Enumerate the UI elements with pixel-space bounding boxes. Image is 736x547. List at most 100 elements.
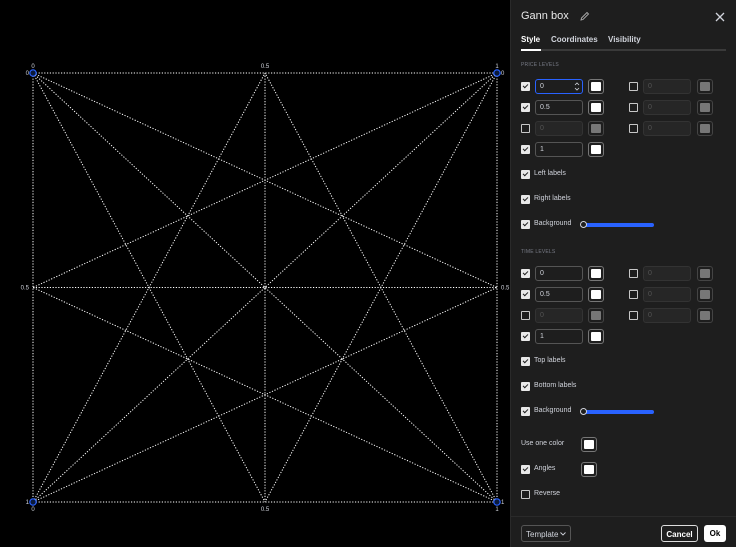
chevron-down-icon [560,532,566,536]
top-labels-checkbox[interactable] [521,357,530,366]
corner-handle[interactable] [493,498,501,506]
time-level-1-value: 0 [540,270,544,277]
dialog-tabs: Style Coordinates Visibility [521,35,726,51]
price-level-6-color[interactable] [697,100,713,115]
price-background-checkbox[interactable] [521,220,530,229]
price-level-4-value: 1 [540,146,544,153]
slider-knob[interactable] [580,408,587,415]
price-level-4-input[interactable]: 1 [535,142,583,157]
time-level-2-color[interactable] [588,287,604,302]
corner-handle[interactable] [29,69,37,77]
reverse-checkbox[interactable] [521,490,530,499]
time-level-4-checkbox[interactable] [521,332,530,341]
time-level-4-input[interactable]: 1 [535,329,583,344]
angles-label: Angles [534,465,556,472]
gann-box-settings-dialog: Gann box Style Coordinates Visibility PR… [510,0,736,547]
time-level-2-value: 0.5 [540,291,550,298]
left-label: 1 [26,500,30,506]
time-level-3-input[interactable]: 0 [535,308,583,323]
time-level-7-checkbox[interactable] [629,311,638,320]
time-level-2-checkbox[interactable] [521,290,530,299]
time-level-6-value: 0 [648,291,652,298]
price-level-1-color[interactable] [588,79,604,94]
corner-handle[interactable] [29,498,37,506]
price-level-7-input[interactable]: 0 [643,121,691,136]
tab-coordinates[interactable]: Coordinates [551,35,598,44]
left-labels-label: Left labels [534,170,566,177]
top-label: 1 [495,64,499,70]
time-level-5-value: 0 [648,270,652,277]
price-background-opacity-slider[interactable] [580,221,654,228]
right-labels-label: Right labels [534,195,571,202]
bottom-label: 0 [31,507,35,513]
time-level-3-checkbox[interactable] [521,311,530,320]
template-label: Template [526,530,559,539]
dialog-header: Gann box [521,10,726,26]
time-level-2-input[interactable]: 0.5 [535,287,583,302]
angles-color-swatch[interactable] [581,462,597,477]
price-level-5-checkbox[interactable] [629,82,638,91]
time-level-5-color[interactable] [697,266,713,281]
angles-checkbox[interactable] [521,465,530,474]
spinner-arrows-icon[interactable] [574,81,580,92]
corner-handle[interactable] [493,69,501,77]
price-level-6-value: 0 [648,104,652,111]
price-level-4-checkbox[interactable] [521,145,530,154]
price-level-6-input[interactable]: 0 [643,100,691,115]
time-level-5-input[interactable]: 0 [643,266,691,281]
right-labels-checkbox[interactable] [521,195,530,204]
time-level-4-color[interactable] [588,329,604,344]
left-label: 0 [26,71,30,77]
bottom-labels-label: Bottom labels [534,382,577,389]
time-level-7-value: 0 [648,312,652,319]
use-one-color-label: Use one color [521,440,565,447]
slider-knob[interactable] [580,221,587,228]
time-level-1-input[interactable]: 0 [535,266,583,281]
time-level-5-checkbox[interactable] [629,269,638,278]
price-level-3-color[interactable] [588,121,604,136]
right-label: 0.5 [501,286,510,292]
time-background-checkbox[interactable] [521,407,530,416]
price-level-3-input[interactable]: 0 [535,121,583,136]
price-level-5-input[interactable]: 0 [643,79,691,94]
active-tab-indicator [521,49,541,51]
tab-style[interactable]: Style [521,35,540,44]
price-level-2-input[interactable]: 0.5 [535,100,583,115]
bottom-labels-checkbox[interactable] [521,382,530,391]
left-labels-checkbox[interactable] [521,170,530,179]
time-level-3-value: 0 [540,312,544,319]
tab-visibility[interactable]: Visibility [608,35,641,44]
dialog-title: Gann box [521,10,569,22]
left-label: 0.5 [21,286,30,292]
price-level-6-checkbox[interactable] [629,103,638,112]
gann-box-drawing[interactable]: 0 0.5 10 0.5 100.5100.51 [0,0,510,547]
time-level-6-color[interactable] [697,287,713,302]
top-label: 0 [31,64,35,70]
time-level-3-color[interactable] [588,308,604,323]
close-icon[interactable] [714,11,726,23]
time-level-1-color[interactable] [588,266,604,281]
chart-canvas[interactable]: 0 0.5 1 0 0.5 1 0 0.5 1 0 0.5 1 [0,0,510,547]
use-one-color-swatch[interactable] [581,437,597,452]
cancel-button[interactable]: Cancel [661,525,698,542]
price-level-3-checkbox[interactable] [521,124,530,133]
price-level-2-color[interactable] [588,100,604,115]
price-level-1-input[interactable]: 0 [535,79,583,94]
time-level-7-input[interactable]: 0 [643,308,691,323]
price-level-7-checkbox[interactable] [629,124,638,133]
template-dropdown[interactable]: Template [521,525,571,542]
time-background-opacity-slider[interactable] [580,408,654,415]
pencil-icon[interactable] [580,11,590,21]
time-level-6-input[interactable]: 0 [643,287,691,302]
price-level-5-color[interactable] [697,79,713,94]
time-level-1-checkbox[interactable] [521,269,530,278]
ok-button[interactable]: Ok [704,525,726,542]
time-level-6-checkbox[interactable] [629,290,638,299]
time-level-7-color[interactable] [697,308,713,323]
top-label: 0.5 [261,64,270,70]
time-levels-heading: TIME LEVELS [521,249,556,255]
price-level-1-checkbox[interactable] [521,82,530,91]
price-level-7-color[interactable] [697,121,713,136]
price-level-4-color[interactable] [588,142,604,157]
price-level-2-checkbox[interactable] [521,103,530,112]
